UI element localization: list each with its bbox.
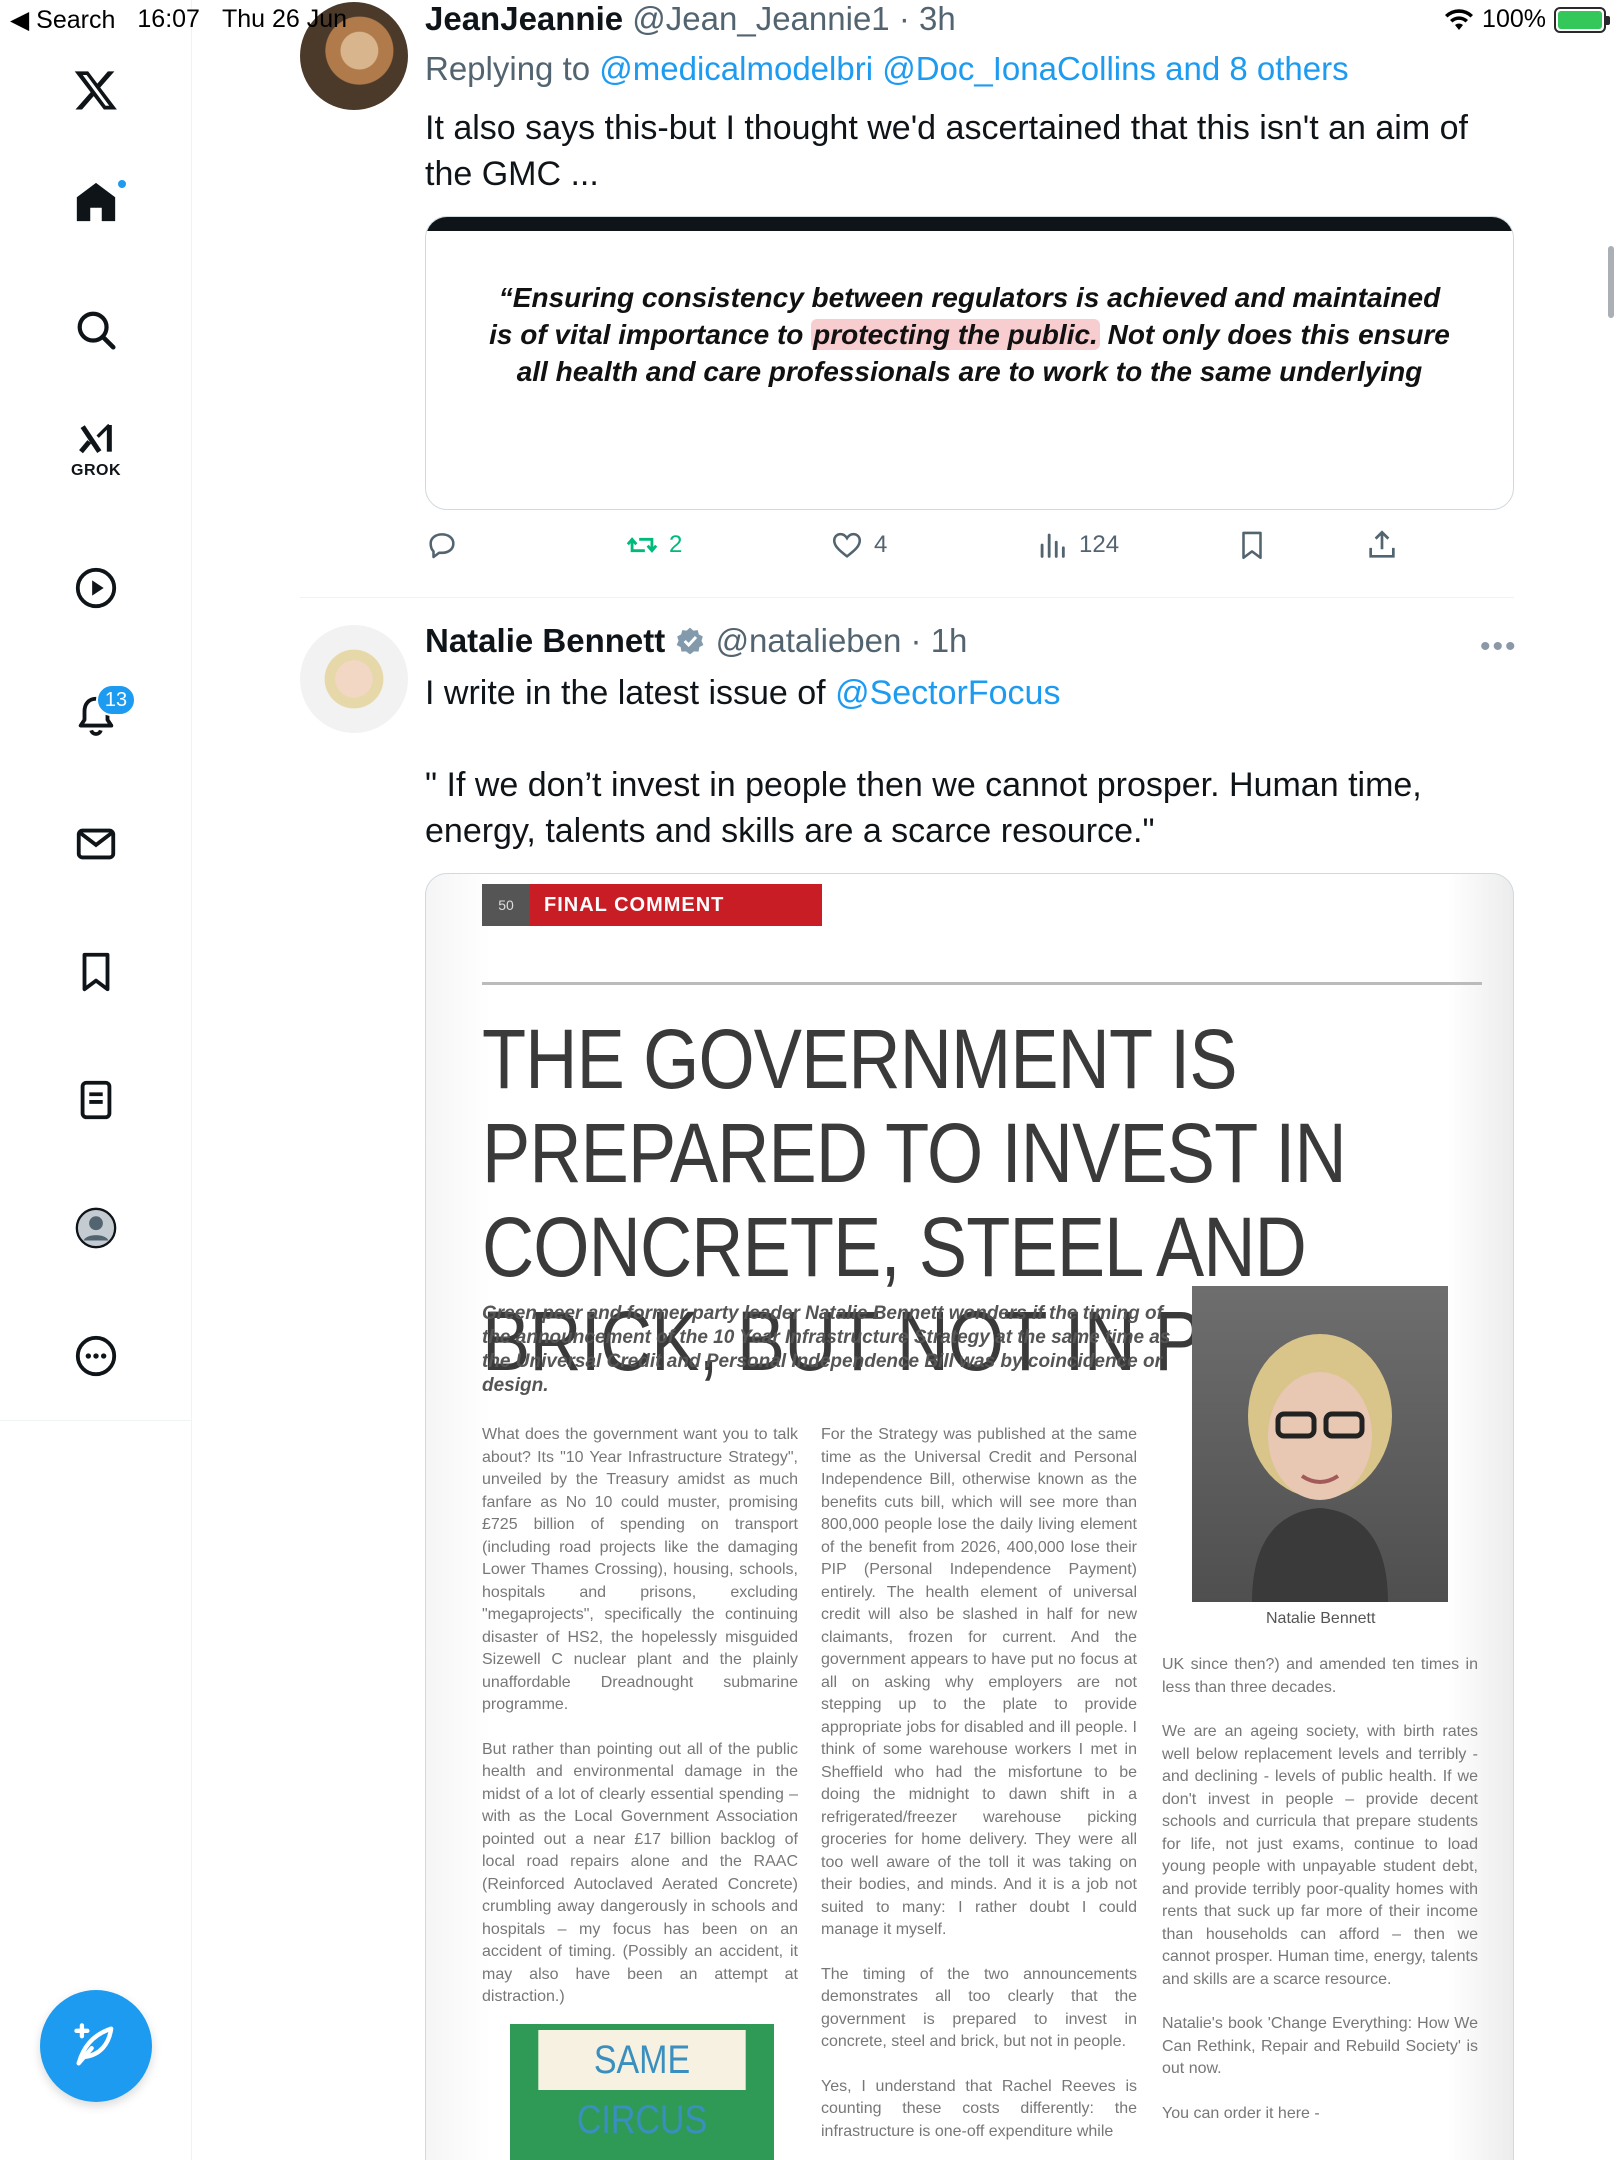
replying-to-link[interactable]: @medicalmodelbri @Doc_IonaCollins and 8 …: [599, 50, 1348, 87]
article-page-number: 50: [482, 884, 530, 926]
lists-icon[interactable]: [56, 1060, 136, 1140]
wifi-icon: [1445, 8, 1474, 30]
x-logo-icon[interactable]: [56, 50, 136, 130]
article-paragraph: You can order it here -: [1162, 2104, 1320, 2122]
views-count: 124: [1079, 531, 1120, 558]
verified-badge-icon: [677, 627, 704, 655]
compose-post-button[interactable]: [40, 1990, 152, 2102]
article-section-banner: 50 FINAL COMMENT: [482, 884, 822, 926]
bookmark-icon: [1242, 531, 1262, 560]
home-unread-dot: [116, 178, 128, 190]
views-button[interactable]: 124: [1035, 528, 1119, 562]
article-rule: [482, 982, 1482, 985]
retweet-button[interactable]: 2: [625, 528, 682, 562]
status-date: Thu 26 Jun: [221, 5, 348, 33]
article-paragraph: For the Strategy was published at the sa…: [821, 1426, 1137, 1938]
article-standfirst: Green peer and former party leader Natal…: [482, 1303, 1171, 1396]
article-section-label: FINAL COMMENT: [544, 893, 725, 916]
tweet-text: It also says this-but I thought we'd asc…: [425, 109, 1468, 193]
notifications-icon[interactable]: 13: [56, 676, 136, 756]
nav-divider: [0, 1420, 192, 1421]
heart-icon: [832, 532, 862, 558]
author-handle[interactable]: @natalieben: [716, 622, 902, 659]
tweet1-actions: 2 4 124: [425, 528, 1425, 568]
tweet-text-prefix: I write in the latest issue of: [425, 674, 836, 712]
article-image[interactable]: 50 FINAL COMMENT THE GOVERNMENT IS PREPA…: [425, 873, 1514, 2160]
sidebar-nav: GROK 13: [0, 0, 192, 2160]
book-cover-image: SAME CIRCUS: [510, 2024, 774, 2160]
quote-image-card[interactable]: “Ensuring consistency between regulators…: [425, 216, 1514, 510]
compose-feather-icon: [74, 2023, 114, 2066]
reply-icon: [429, 533, 455, 559]
bookmark-button[interactable]: [1235, 528, 1269, 562]
article-paragraph: What does the government want you to tal…: [482, 1426, 798, 1713]
tweet-quote-text: " If we don’t invest in people then we c…: [425, 766, 1422, 850]
battery-icon: [1554, 6, 1610, 33]
article-paragraph: But rather than pointing out all of the …: [482, 1740, 798, 2006]
like-count: 4: [874, 531, 888, 558]
back-to-search-link[interactable]: ◀ Search: [10, 5, 115, 35]
book-title: SAME CIRCUS: [538, 2030, 746, 2142]
notifications-badge: 13: [96, 684, 136, 716]
search-icon[interactable]: [56, 290, 136, 370]
quote-card-top-bar: [426, 217, 1513, 231]
status-time: 16:07: [137, 5, 200, 33]
post-time[interactable]: · 1h: [911, 622, 968, 659]
reply-button[interactable]: [425, 528, 459, 562]
messages-icon[interactable]: [56, 804, 136, 884]
share-icon: [1369, 530, 1395, 558]
post-more-options-icon[interactable]: •••: [1480, 630, 1518, 664]
more-icon[interactable]: [56, 1316, 136, 1396]
article-column-1: What does the government want you to tal…: [482, 1424, 798, 2031]
author-name[interactable]: Natalie Bennett: [425, 622, 665, 659]
retweet-count: 2: [669, 531, 683, 558]
views-icon: [1040, 533, 1065, 558]
bookmarks-icon[interactable]: [56, 932, 136, 1012]
quote-highlight: protecting the public.: [811, 319, 1100, 350]
quote-text: “Ensuring consistency between regulators…: [426, 231, 1513, 390]
grok-label: GROK: [71, 462, 121, 479]
share-button[interactable]: [1365, 528, 1399, 562]
home-icon[interactable]: [56, 162, 136, 242]
photo-caption: Natalie Bennett: [1266, 1610, 1376, 1627]
like-button[interactable]: 4: [830, 528, 887, 562]
video-icon[interactable]: [56, 548, 136, 628]
article-paragraph: Natalie's book 'Change Everything: How W…: [1162, 2015, 1478, 2077]
natalie-bennett-avatar[interactable]: [300, 625, 408, 733]
article-paragraph: UK since then?) and amended ten times in…: [1162, 1656, 1478, 1696]
scroll-indicator[interactable]: [1608, 246, 1614, 318]
article-column-3: UK since then?) and amended ten times in…: [1162, 1654, 1478, 2147]
sectorfocus-mention-link[interactable]: @SectorFocus: [835, 674, 1060, 712]
article-column-2: For the Strategy was published at the sa…: [821, 1424, 1137, 2160]
retweet-icon: [626, 537, 658, 553]
article-paragraph: Yes, I understand that Rachel Reeves is …: [821, 2077, 1137, 2140]
profile-icon[interactable]: [56, 1188, 136, 1268]
article-paragraph: The timing of the two announcements demo…: [821, 1965, 1137, 2051]
battery-percent: 100%: [1482, 5, 1546, 33]
natalie-bennett-photo: [1192, 1286, 1448, 1602]
tweet-separator: [300, 597, 1514, 598]
replying-prefix: Replying to: [425, 50, 600, 87]
status-bar: ◀ Search 16:07 Thu 26 Jun 100%: [0, 0, 1620, 40]
article-paragraph: We are an ageing society, with birth rat…: [1162, 1723, 1478, 1988]
grok-icon[interactable]: GROK: [56, 410, 136, 490]
